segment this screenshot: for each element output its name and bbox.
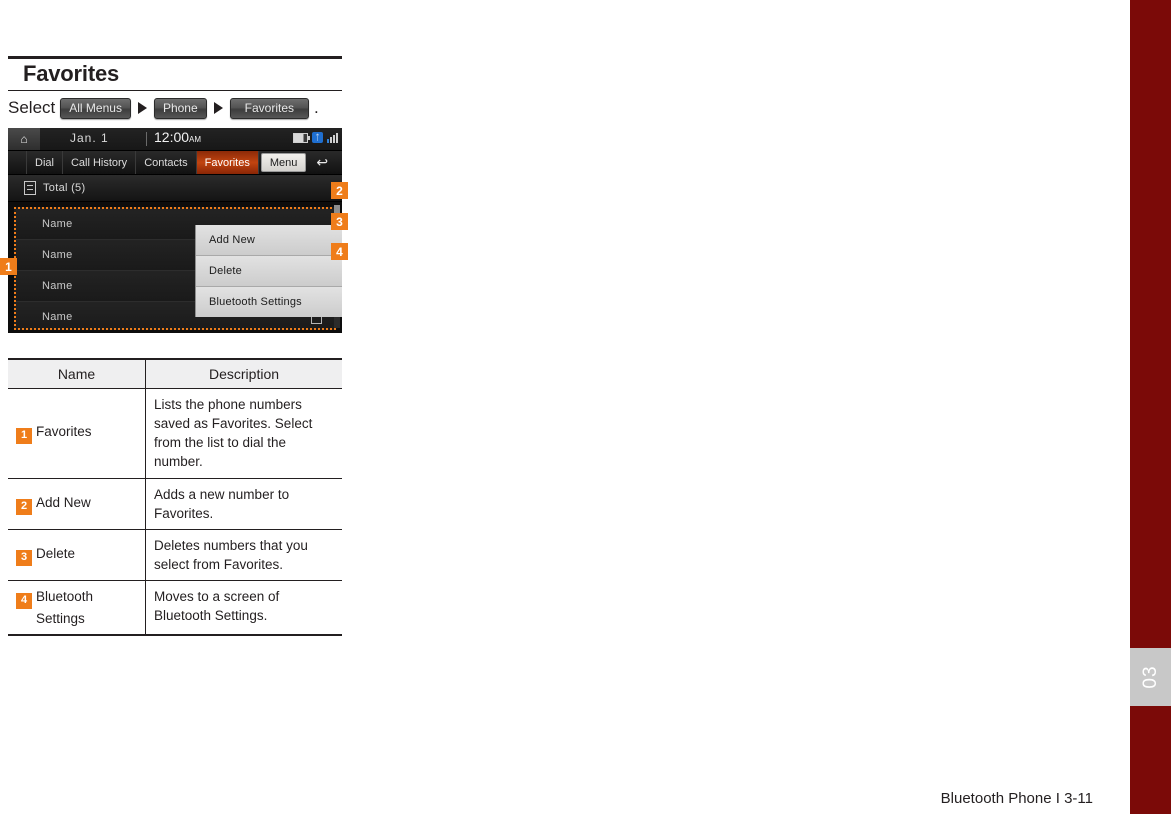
- page-title: Favorites: [23, 61, 120, 86]
- row-name-cell: 2 Add New: [8, 478, 146, 530]
- footer-text: Bluetooth Phone I 3-11: [940, 790, 1093, 807]
- device-content: Total (5) Name Name Name Name Add New De…: [8, 175, 342, 333]
- row-badge: 1: [16, 428, 32, 445]
- status-date: Jan. 1: [70, 131, 109, 145]
- tab-dial[interactable]: Dial: [26, 151, 63, 174]
- table-row: 2 Add New Adds a new number to Favorites.: [8, 478, 342, 530]
- row-description: Lists the phone numbers saved as Favorit…: [145, 388, 342, 479]
- table-header-row: Name Description: [8, 359, 342, 389]
- row-badge: 3: [16, 550, 32, 566]
- row-name: Favorites: [36, 424, 92, 440]
- row-name: Bluetooth: [36, 589, 94, 605]
- callout-badge-3: 3: [331, 213, 348, 230]
- bluetooth-icon: ᛏ: [312, 132, 323, 143]
- heading-rule-bottom: [8, 90, 342, 91]
- menu-button[interactable]: Menu: [260, 153, 307, 172]
- column-header-name: Name: [8, 359, 146, 389]
- chapter-number: 03: [1139, 665, 1161, 689]
- tab-call-history[interactable]: Call History: [63, 151, 137, 174]
- list-icon: [24, 181, 36, 195]
- breadcrumb-favorites[interactable]: Favorites: [229, 97, 309, 119]
- chevron-right-icon: [213, 102, 223, 114]
- total-label: Total (5): [43, 182, 86, 194]
- callout-badge-2: 2: [331, 182, 348, 199]
- chevron-right-icon: [137, 102, 147, 114]
- device-screenshot: ⌂ Jan. 1 12:00AM ᛏ Dial Call History Con…: [8, 128, 342, 333]
- row-name-cell: 4 Bluetooth Settings: [8, 580, 146, 636]
- menu-item-delete[interactable]: Delete: [196, 256, 342, 287]
- table-row: 1 Favorites Lists the phone numbers saved…: [8, 388, 342, 479]
- status-ampm: AM: [189, 135, 202, 144]
- home-button[interactable]: ⌂: [8, 128, 40, 150]
- status-time: 12:00AM: [154, 129, 201, 145]
- battery-icon: [293, 132, 310, 143]
- breadcrumb-all-menus[interactable]: All Menus: [60, 97, 131, 119]
- column-header-description: Description: [145, 359, 342, 389]
- description-table: Name Description 1 Favorites Lists the ph…: [8, 358, 342, 637]
- callout-badge-1: 1: [0, 258, 17, 275]
- status-time-value: 12:00: [154, 129, 190, 145]
- row-name: Add New: [36, 494, 91, 510]
- tab-favorites[interactable]: Favorites: [196, 151, 259, 174]
- row-badge: 2: [16, 498, 32, 515]
- total-row: Total (5): [8, 175, 342, 202]
- back-arrow-icon[interactable]: ↩: [308, 151, 336, 174]
- chapter-tab: 03: [1130, 648, 1171, 706]
- row-description: Moves to a screen of Bluetooth Settings.: [154, 589, 280, 624]
- select-label: Select: [8, 98, 56, 117]
- device-tab-bar: Dial Call History Contacts Favorites Men…: [8, 151, 342, 175]
- heading-rule-top: [8, 56, 342, 59]
- breadcrumb: Select All Menus Phone Favorites .: [8, 95, 348, 121]
- status-icons: ᛏ: [293, 132, 338, 143]
- home-icon: ⌂: [20, 132, 28, 146]
- row-name-cell: 3 Delete: [8, 529, 146, 582]
- row-name-cell: 1 Favorites: [8, 388, 146, 479]
- page-footer: Bluetooth Phone I 3-11: [0, 780, 1171, 814]
- row-badge: 4: [16, 593, 32, 610]
- table-row: 4 Bluetooth Settings Moves to a screen of…: [8, 580, 342, 636]
- menu-item-add-new[interactable]: Add New: [196, 225, 342, 256]
- breadcrumb-period: .: [314, 98, 319, 117]
- row-description: Deletes numbers that you select from Fav…: [145, 529, 342, 582]
- table-row: 3 Delete Deletes numbers that you select …: [8, 529, 342, 582]
- callout-badge-4: 4: [331, 243, 348, 260]
- menu-dropdown: Add New Delete Bluetooth Settings: [195, 225, 342, 317]
- row-name-line2: Settings: [36, 611, 85, 627]
- tab-contacts[interactable]: Contacts: [136, 151, 197, 174]
- row-description: Adds a new number to Favorites.: [145, 478, 342, 530]
- breadcrumb-phone[interactable]: Phone: [153, 97, 207, 119]
- device-status-bar: ⌂ Jan. 1 12:00AM ᛏ: [8, 128, 342, 151]
- signal-icon: [327, 132, 338, 143]
- menu-item-bluetooth-settings[interactable]: Bluetooth Settings: [196, 287, 342, 317]
- status-divider: [146, 132, 147, 146]
- row-name: Delete: [36, 546, 76, 562]
